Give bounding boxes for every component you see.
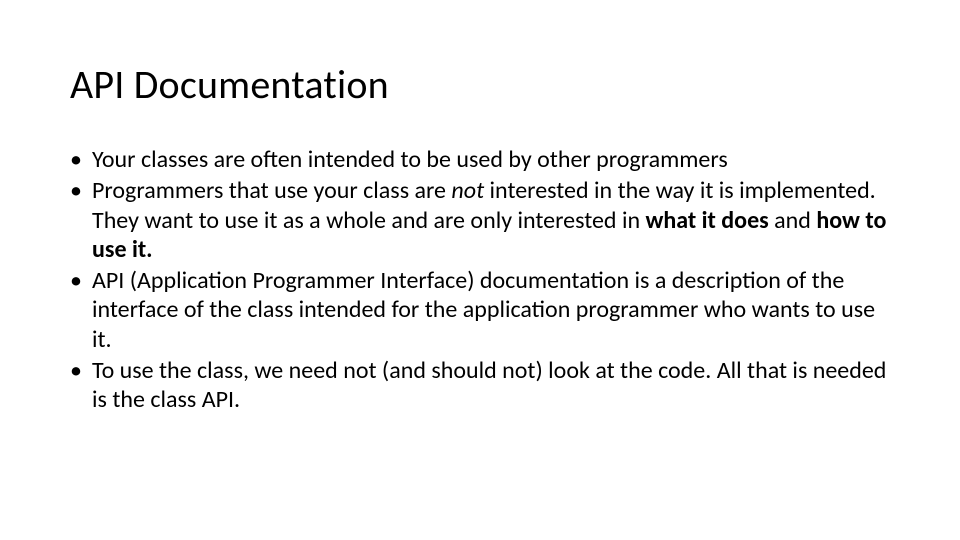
text-segment: To use the class, we need not (and shoul… [92,356,886,414]
text-segment: API (Application Programmer Interface) d… [92,266,875,354]
bullet-item: Your classes are often intended to be us… [70,145,890,174]
bullet-item: To use the class, we need not (and shoul… [70,356,890,415]
text-segment: Programmers that use your class are [92,176,451,205]
text-segment: what it does [646,206,769,235]
text-segment: and [769,206,817,235]
text-segment: Your classes are often intended to be us… [92,145,728,174]
bullet-list: Your classes are often intended to be us… [70,145,890,414]
text-segment: not [451,176,484,205]
slide: API Documentation Your classes are often… [0,0,960,540]
bullet-item: API (Application Programmer Interface) d… [70,266,890,354]
bullet-item: Programmers that use your class are not … [70,176,890,264]
slide-title: API Documentation [70,60,890,109]
